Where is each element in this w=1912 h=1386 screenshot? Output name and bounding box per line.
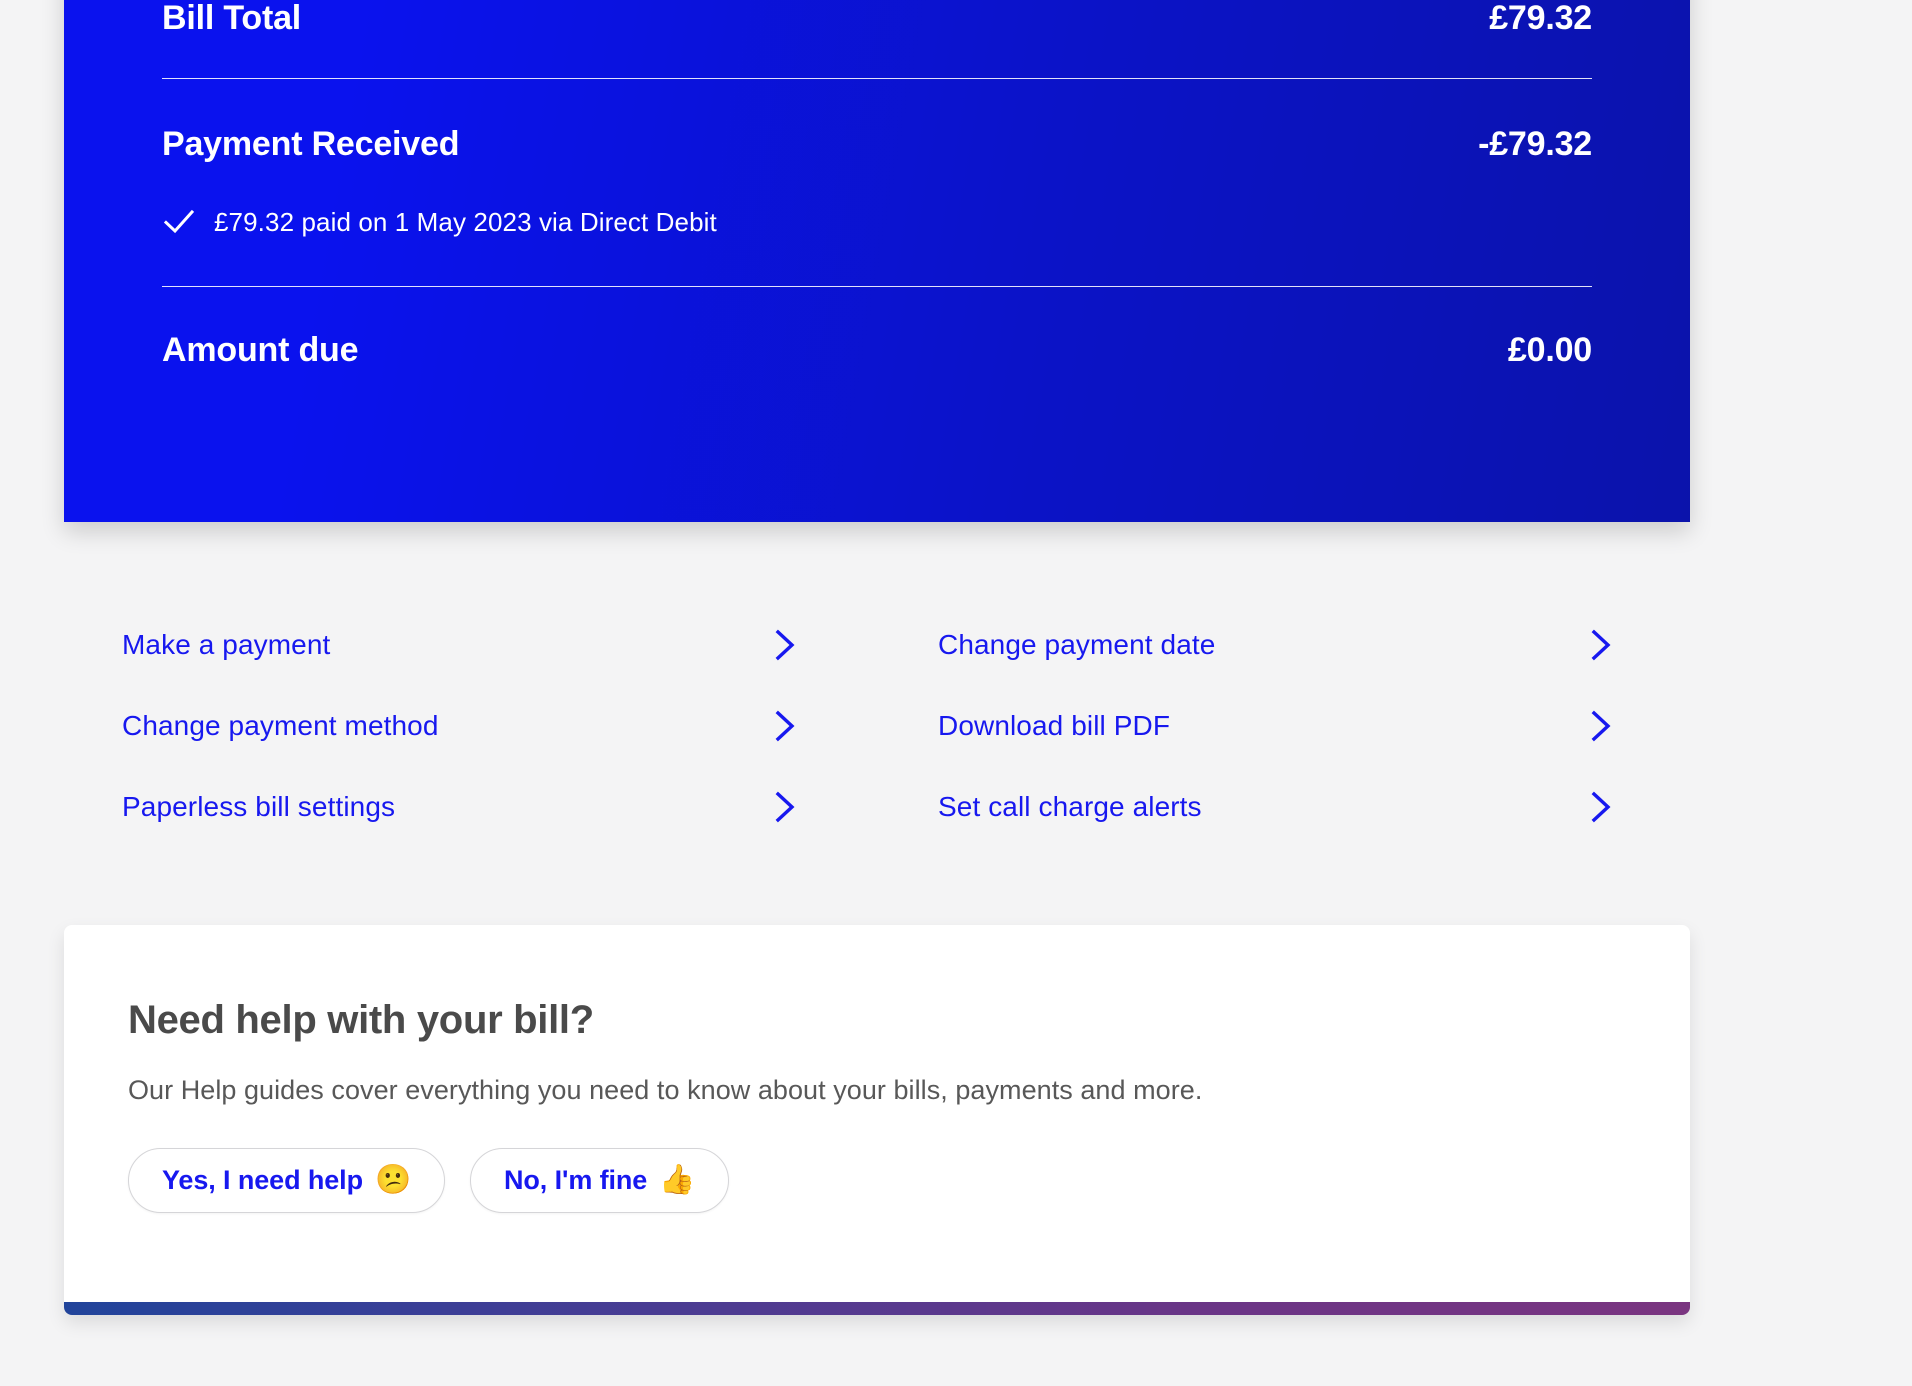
quick-link-label: Set call charge alerts — [938, 790, 1202, 822]
confused-face-emoji: 😕 — [374, 1163, 411, 1196]
chevron-right-icon — [1591, 710, 1611, 741]
chevron-right-icon — [775, 629, 795, 660]
chevron-right-icon — [1591, 629, 1611, 660]
amount-due-label: Amount due — [162, 331, 359, 369]
card-accent-gradient-bar — [64, 1302, 1690, 1315]
quick-link-change-payment-date[interactable]: Change payment date — [938, 604, 1618, 685]
need-help-title: Need help with your bill? — [128, 998, 594, 1042]
amount-due-amount: £0.00 — [1507, 331, 1592, 369]
need-help-content: Need help with your bill? Our Help guide… — [64, 925, 1690, 1213]
divider-after-bill-total — [162, 78, 1592, 79]
yes-i-need-help-button[interactable]: Yes, I need help 😕 — [128, 1147, 445, 1213]
no-im-fine-label: No, I'm fine — [504, 1164, 648, 1195]
quick-link-label: Make a payment — [122, 628, 331, 660]
quick-links-grid: Make a payment Change payment date Chang… — [122, 604, 1618, 847]
quick-link-label: Change payment date — [938, 628, 1216, 660]
thumbs-up-emoji: 👍 — [659, 1163, 696, 1196]
check-icon — [163, 209, 195, 234]
bill-page: Bill Total £79.32 Payment Received -£79.… — [0, 0, 1912, 1386]
no-im-fine-button[interactable]: No, I'm fine 👍 — [470, 1147, 730, 1213]
divider-after-payment — [162, 286, 1592, 287]
quick-link-paperless-bill-settings[interactable]: Paperless bill settings — [122, 766, 802, 847]
chevron-right-icon — [775, 791, 795, 822]
bill-total-row: Bill Total £79.32 — [162, 0, 1592, 37]
bill-total-amount: £79.32 — [1489, 0, 1592, 37]
need-help-card: Need help with your bill? Our Help guide… — [64, 925, 1690, 1315]
quick-link-set-call-charge-alerts[interactable]: Set call charge alerts — [938, 766, 1618, 847]
need-help-button-group: Yes, I need help 😕 No, I'm fine 👍 — [128, 1147, 1626, 1213]
quick-link-label: Paperless bill settings — [122, 790, 396, 822]
quick-link-change-payment-method[interactable]: Change payment method — [122, 685, 802, 766]
payment-confirmation-text: £79.32 paid on 1 May 2023 via Direct Deb… — [214, 206, 717, 237]
need-help-subtitle: Our Help guides cover everything you nee… — [128, 1075, 1203, 1105]
amount-due-row: Amount due £0.00 — [162, 331, 1592, 369]
chevron-right-icon — [775, 710, 795, 741]
payment-received-row: Payment Received -£79.32 — [162, 125, 1592, 163]
bill-summary-card: Bill Total £79.32 Payment Received -£79.… — [64, 0, 1690, 522]
bill-total-label: Bill Total — [162, 0, 302, 37]
quick-link-make-a-payment[interactable]: Make a payment — [122, 604, 802, 685]
payment-received-amount: -£79.32 — [1478, 125, 1592, 163]
quick-link-label: Change payment method — [122, 709, 439, 741]
yes-i-need-help-label: Yes, I need help — [162, 1164, 363, 1195]
quick-link-label: Download bill PDF — [938, 709, 1171, 741]
chevron-right-icon — [1591, 791, 1611, 822]
quick-link-download-bill-pdf[interactable]: Download bill PDF — [938, 685, 1618, 766]
payment-received-label: Payment Received — [162, 125, 460, 163]
payment-confirmation-note: £79.32 paid on 1 May 2023 via Direct Deb… — [162, 205, 717, 239]
